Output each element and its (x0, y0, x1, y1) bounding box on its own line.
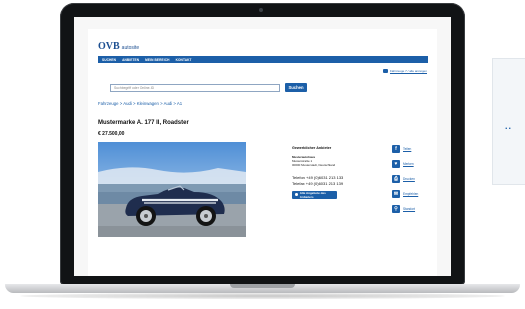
car-image (98, 142, 246, 237)
laptop-screen: OVB autosite SUCHEN ANBIETEN MEIN BEREICH… (74, 17, 451, 276)
breadcrumb[interactable]: Fahrzeuge > Audi > Kleinwagen > Audi > A… (98, 101, 182, 106)
facebook-icon: f (392, 145, 400, 153)
all-offers-label: Alle Angebote des Anbieters (299, 190, 326, 199)
share-label: Drucken (403, 177, 415, 181)
search-input[interactable]: Suchbegriff oder Online-ID (110, 84, 280, 92)
watchlist-icon (382, 69, 388, 73)
share-label: Standort (403, 207, 416, 211)
mail-icon: ✉ (392, 190, 400, 198)
camera-icon (259, 8, 263, 12)
seller-fax: Telefax +49 (0)6031 213 139 (292, 180, 344, 186)
share-location[interactable]: ⚲ Standort (392, 205, 418, 213)
seller-city: 00000 Musterstadt, Deutschland (292, 162, 336, 167)
search-button[interactable]: Suchen (285, 83, 307, 92)
share-print[interactable]: ⎙ Drucken (392, 175, 418, 183)
share-email[interactable]: ✉ Empfehlen (392, 190, 418, 198)
share-facebook[interactable]: f Teilen (392, 145, 418, 153)
site-logo[interactable]: OVB autosite (98, 41, 139, 52)
location-icon: ⚲ (392, 205, 400, 213)
watchlist-link[interactable]: Fahrzeuge 7 / alle anzeigen (382, 69, 427, 73)
logo-mark: OVB (98, 41, 120, 52)
printer-icon: ⎙ (392, 175, 400, 183)
car-photo[interactable] (98, 142, 246, 237)
logo-subtitle: autosite (121, 45, 140, 51)
heart-icon: ♥ (392, 160, 400, 168)
seller-info: Gewerblicher Anbieter Musterautohaus Mus… (292, 146, 392, 199)
search-placeholder: Suchbegriff oder Online-ID (114, 86, 155, 90)
share-favorite[interactable]: ♥ Merken (392, 160, 418, 168)
listing-price: € 27.500,00 (98, 131, 125, 137)
main-nav: SUCHEN ANBIETEN MEIN BEREICH KONTAKT (98, 56, 428, 63)
watchlist-label: Fahrzeuge 7 / alle anzeigen (389, 69, 427, 73)
nav-item-kontakt[interactable]: KONTAKT (176, 58, 192, 62)
laptop-notch (230, 284, 295, 288)
web-page: OVB autosite SUCHEN ANBIETEN MEIN BEREICH… (88, 29, 437, 276)
all-offers-button[interactable]: Alle Angebote des Anbieters (292, 190, 337, 199)
laptop-shadow (20, 293, 505, 299)
laptop-lid: OVB autosite SUCHEN ANBIETEN MEIN BEREICH… (60, 3, 465, 285)
nav-item-mein-bereich[interactable]: MEIN BEREICH (145, 58, 169, 62)
side-card: .. (492, 58, 525, 185)
more-dots: .. (505, 121, 513, 131)
user-icon (295, 193, 298, 197)
share-actions: f Teilen ♥ Merken ⎙ Drucken ✉ Empfehlen … (392, 145, 418, 213)
listing-title: Mustermarke A. 177 II, Roadster (98, 120, 189, 126)
share-label: Empfehlen (403, 192, 419, 196)
nav-item-anbieten[interactable]: ANBIETEN (122, 58, 139, 62)
share-label: Merken (403, 162, 414, 166)
share-label: Teilen (403, 147, 412, 151)
nav-item-suchen[interactable]: SUCHEN (102, 58, 116, 62)
seller-heading: Gewerblicher Anbieter (292, 146, 332, 150)
